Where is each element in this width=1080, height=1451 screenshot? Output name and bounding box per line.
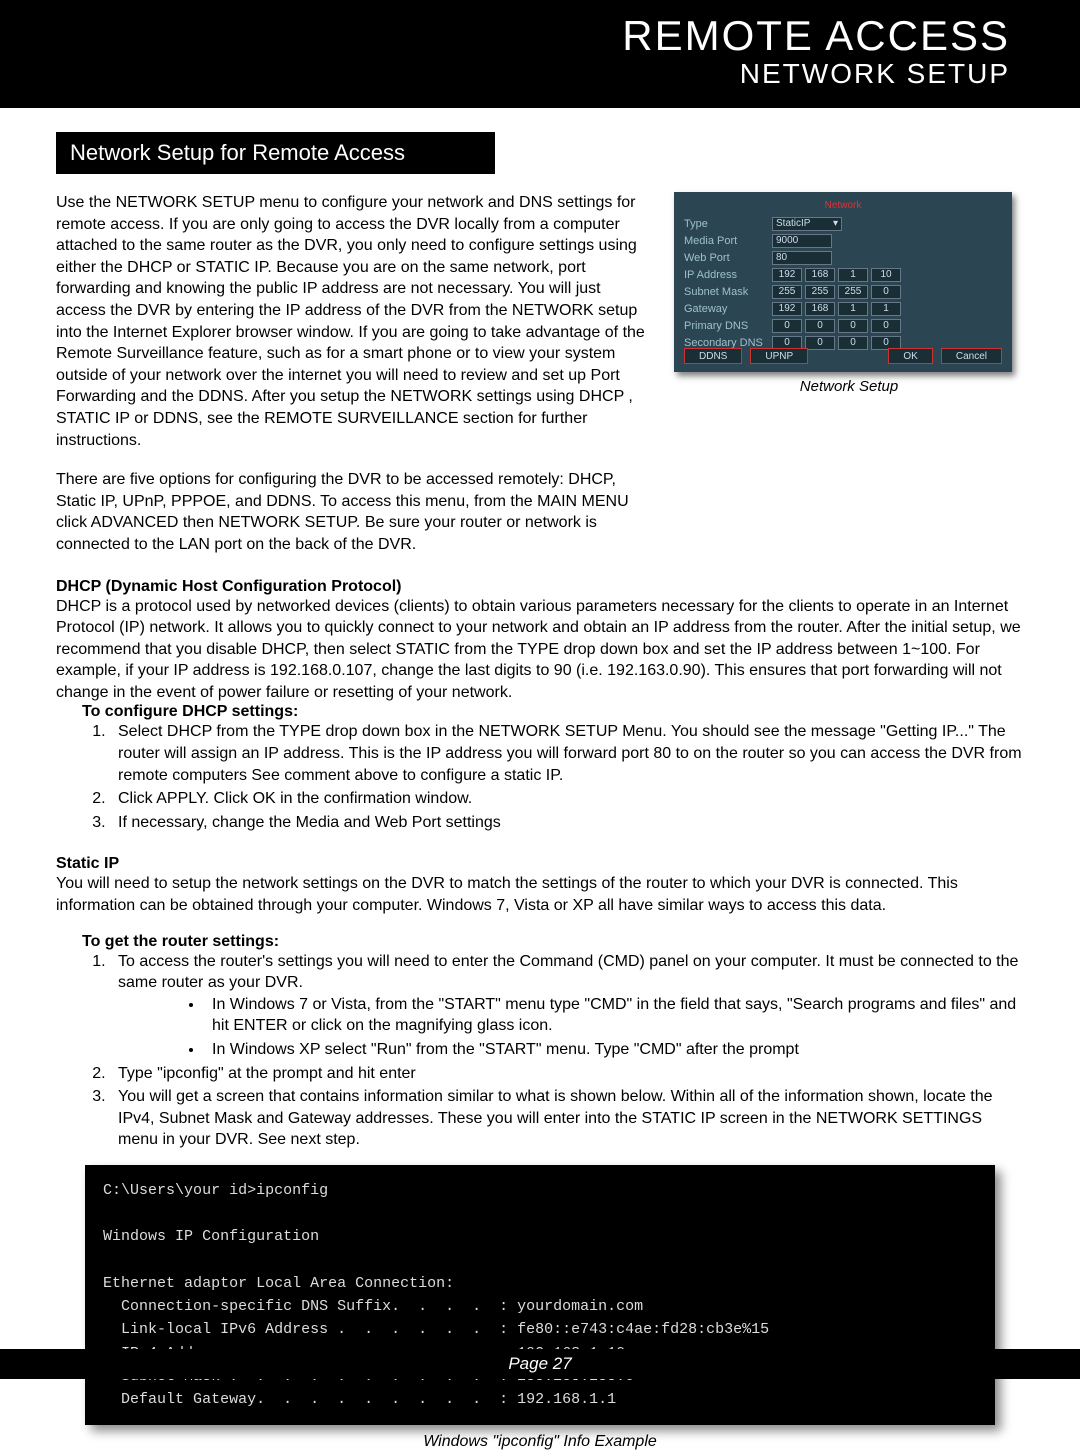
terminal-caption: Windows "ipconfig" Info Example — [56, 1433, 1024, 1451]
label-primary-dns: Primary DNS — [684, 320, 772, 332]
type-select[interactable]: StaticIP▾ — [772, 217, 842, 231]
dhcp-heading: DHCP (Dynamic Host Configuration Protoco… — [56, 578, 1024, 596]
subnet-mask-input[interactable]: 2552552550 — [772, 285, 901, 299]
intro-p1: Use the NETWORK SETUP menu to configure … — [56, 192, 650, 451]
section-title: Network Setup for Remote Access — [56, 132, 495, 174]
dhcp-config-label: To configure DHCP settings: — [82, 703, 1024, 721]
label-gateway: Gateway — [684, 303, 772, 315]
static-step-2: Type "ipconfig" at the prompt and hit en… — [110, 1063, 1024, 1085]
ip-address-input[interactable]: 192168110 — [772, 268, 901, 282]
network-setup-dialog: Network Type StaticIP▾ Media Port 9000 W… — [674, 192, 1012, 372]
dialog-caption: Network Setup — [674, 378, 1024, 395]
static-heading: Static IP — [56, 855, 1024, 873]
intro-text: Use the NETWORK SETUP menu to configure … — [56, 192, 650, 574]
dhcp-step-2: Click APPLY. Click OK in the confirmatio… — [110, 788, 1024, 810]
label-secondary-dns: Secondary DNS — [684, 337, 772, 349]
cancel-button[interactable]: Cancel — [941, 348, 1002, 364]
page-header: REMOTE ACCESS NETWORK SETUP — [0, 0, 1080, 108]
ok-button[interactable]: OK — [888, 348, 932, 364]
label-type: Type — [684, 218, 772, 230]
static-bullet-1: In Windows 7 or Vista, from the "START" … — [204, 994, 1024, 1037]
label-ip: IP Address — [684, 269, 772, 281]
static-steps: To access the router's settings you will… — [82, 951, 1024, 1151]
header-subtitle: NETWORK SETUP — [0, 58, 1010, 90]
static-get-label: To get the router settings: — [82, 933, 1024, 951]
dhcp-text: DHCP is a protocol used by networked dev… — [56, 596, 1024, 704]
static-bullet-2: In Windows XP select "Run" from the "STA… — [204, 1039, 1024, 1061]
web-port-input[interactable]: 80 — [772, 251, 832, 265]
label-web-port: Web Port — [684, 252, 772, 264]
page-content: Network Setup for Remote Access Use the … — [0, 108, 1080, 1451]
dhcp-steps: Select DHCP from the TYPE drop down box … — [82, 721, 1024, 833]
dialog-title: Network — [684, 200, 1002, 211]
static-text: You will need to setup the network setti… — [56, 873, 1024, 916]
intro-p2: There are five options for configuring t… — [56, 469, 650, 555]
header-title: REMOTE ACCESS — [0, 12, 1010, 60]
upnp-button[interactable]: UPNP — [750, 348, 808, 364]
ddns-button[interactable]: DDNS — [684, 348, 742, 364]
label-media-port: Media Port — [684, 235, 772, 247]
dhcp-step-3: If necessary, change the Media and Web P… — [110, 812, 1024, 834]
page-number: Page 27 — [0, 1349, 1080, 1379]
primary-dns-input[interactable]: 0000 — [772, 319, 901, 333]
gateway-input[interactable]: 19216811 — [772, 302, 901, 316]
label-subnet: Subnet Mask — [684, 286, 772, 298]
static-step-3: You will get a screen that contains info… — [110, 1086, 1024, 1151]
terminal-output: C:\Users\your id>ipconfig Windows IP Con… — [85, 1165, 995, 1426]
static-step-1: To access the router's settings you will… — [110, 951, 1024, 1061]
media-port-input[interactable]: 9000 — [772, 234, 832, 248]
dhcp-step-1: Select DHCP from the TYPE drop down box … — [110, 721, 1024, 786]
